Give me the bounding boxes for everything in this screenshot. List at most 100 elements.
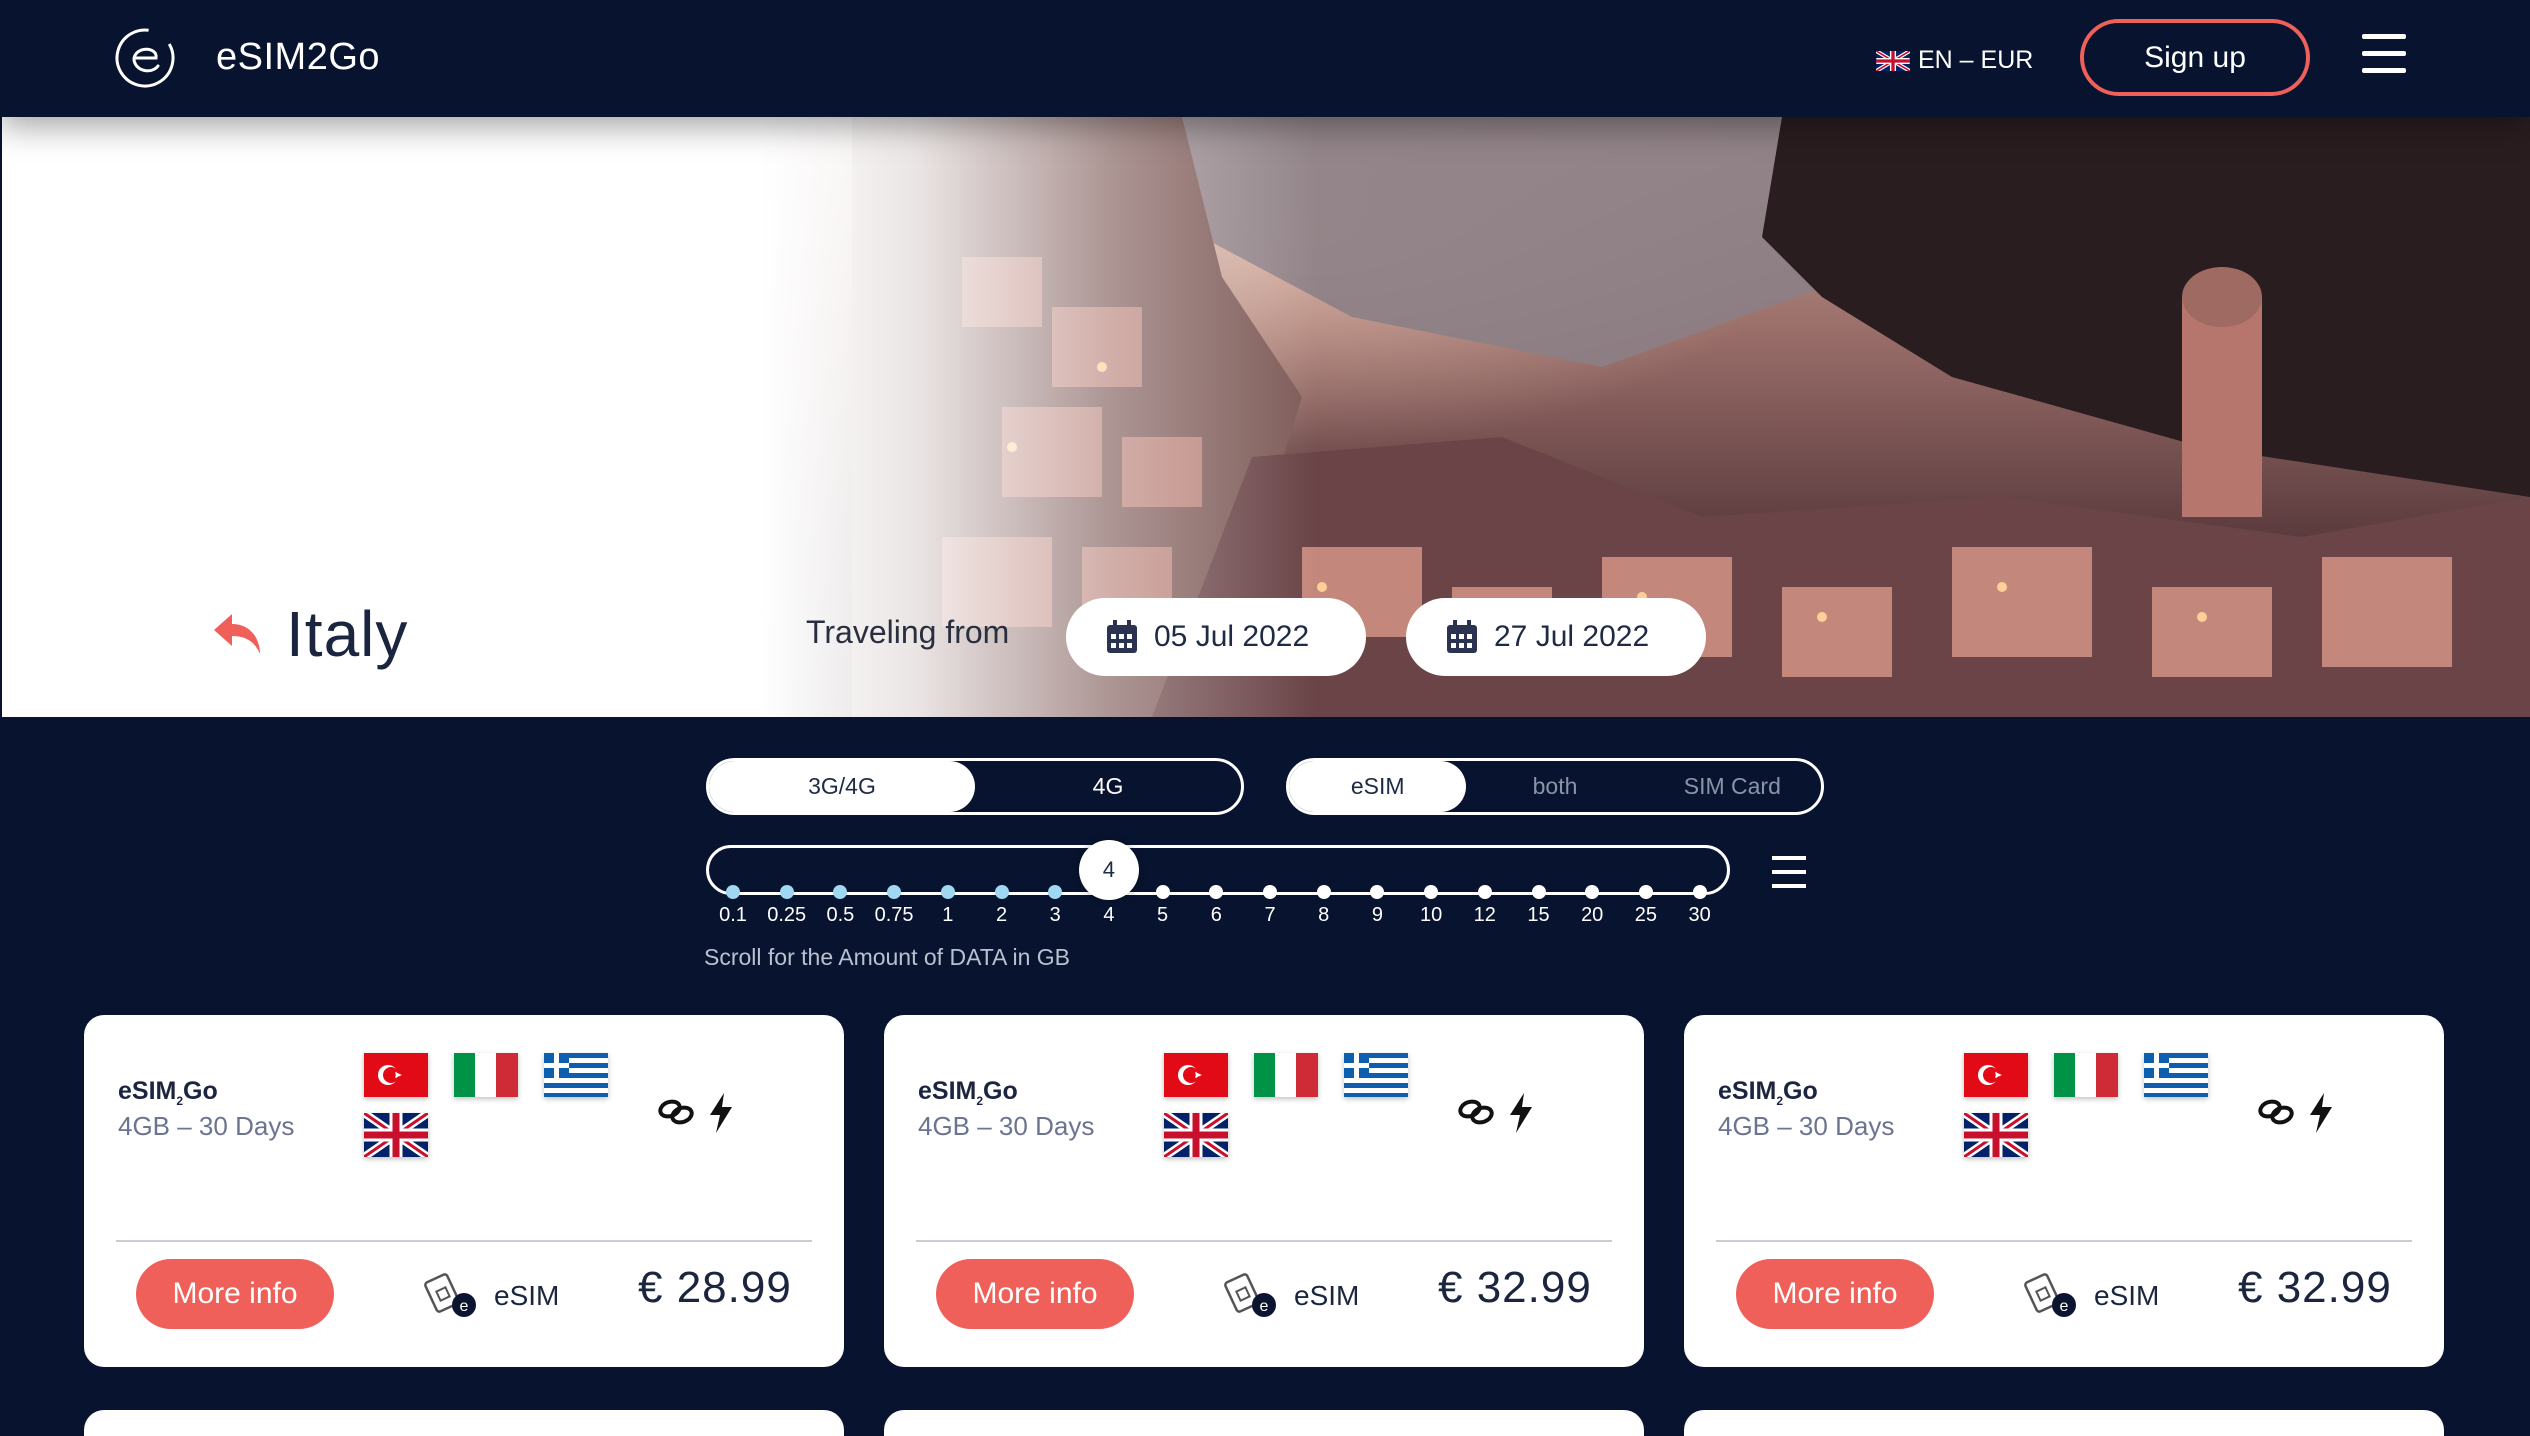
slider-tick[interactable] [1370, 885, 1385, 899]
sim-type-label: eSIM [1294, 1280, 1360, 1311]
italy-flag-icon [2054, 1053, 2118, 1097]
sim-type-toggle: eSIM both SIM Card [1286, 758, 1824, 815]
italy-flag-icon [454, 1053, 518, 1097]
start-date-value: 05 Jul 2022 [1154, 620, 1310, 653]
sim-type-indicator: e eSIM [1224, 1271, 1359, 1321]
card-divider [116, 1240, 812, 1242]
back-arrow-icon[interactable] [210, 610, 264, 658]
uk-flag-icon [1161, 1109, 1231, 1161]
slider-tick[interactable] [1531, 885, 1546, 899]
slider-tick-label: 15 [1527, 904, 1550, 926]
slider-tick[interactable] [1316, 885, 1331, 899]
bolt-icon [2310, 1093, 2332, 1133]
slider-tick-label: 0.5 [826, 904, 855, 926]
plan-card[interactable]: eSIM2Go 4GB – 30 Days More info e eSIM €… [84, 1015, 844, 1367]
turkey-flag-icon [1964, 1053, 2028, 1097]
plan-card[interactable]: eSIM2Go 4GB – 30 Days More info e eSIM €… [1684, 1015, 2444, 1367]
slider-tick-label: 0.75 [874, 904, 914, 926]
more-info-button[interactable]: More info [936, 1259, 1134, 1329]
slider-tick-label: 30 [1688, 904, 1711, 926]
slider-tick-label: 25 [1634, 904, 1658, 926]
slider-tick[interactable] [1209, 885, 1224, 899]
sim-card-icon: e [424, 1273, 476, 1317]
slider-tick[interactable] [1424, 885, 1439, 899]
svg-text:e: e [1260, 1298, 1269, 1315]
uk-flag-icon [361, 1109, 431, 1161]
sign-up-button[interactable]: Sign up [2080, 19, 2310, 96]
greece-flag-icon [544, 1053, 608, 1097]
greece-flag-icon [2144, 1053, 2208, 1097]
start-date-picker[interactable]: 05 Jul 2022 [1066, 598, 1366, 676]
slider-tick[interactable] [1477, 885, 1492, 899]
slider-tick[interactable] [1638, 885, 1653, 899]
greece-flag-icon [1344, 1053, 1408, 1097]
svg-text:e: e [460, 1298, 469, 1315]
sim-type-label: eSIM [2094, 1280, 2160, 1311]
slider-tick[interactable] [1048, 885, 1063, 899]
slider-tick-label: 12 [1473, 904, 1496, 926]
slider-tick[interactable] [887, 885, 902, 899]
slider-tick-label: 1 [942, 904, 954, 926]
hero-banner: Italy Traveling from 05 Jul 2022 27 Jul … [2, 117, 2530, 717]
slider-tick[interactable] [833, 885, 848, 899]
sim-option-esim[interactable]: eSIM [1289, 761, 1467, 812]
more-info-button[interactable]: More info [136, 1259, 334, 1329]
slider-tick-label: 20 [1581, 904, 1604, 926]
slider-tick[interactable] [1155, 885, 1170, 899]
slider-tick[interactable] [940, 885, 955, 899]
provider-name: eSIM2Go [918, 1077, 1018, 1108]
slider-tick[interactable] [1585, 885, 1600, 899]
brand-name[interactable]: eSIM2Go [216, 36, 380, 79]
network-option-3g4g[interactable]: 3G/4G [709, 761, 975, 812]
plan-details: 4GB – 30 Days [918, 1111, 1095, 1141]
slider-tick-label: 3 [1049, 904, 1061, 926]
end-date-picker[interactable]: 27 Jul 2022 [1406, 598, 1706, 676]
traveling-from-label: Traveling from [806, 614, 1010, 650]
price: € 32.99 [2238, 1263, 2392, 1312]
slider-tick-label: 7 [1264, 904, 1276, 926]
language-currency-selector[interactable]: EN – EUR [1876, 46, 2033, 75]
plan-card-partial[interactable] [884, 1410, 1644, 1436]
slider-tick[interactable] [779, 885, 794, 899]
slider-tick-label: 0.1 [719, 904, 747, 926]
slider-tick[interactable] [1692, 885, 1707, 899]
logo-icon[interactable] [112, 22, 178, 92]
svg-text:e: e [2060, 1298, 2069, 1315]
plan-card-partial[interactable] [1684, 1410, 2444, 1436]
top-nav: eSIM2Go EN – EUR Sign up [0, 0, 2530, 117]
country-name: Italy [286, 598, 409, 670]
slider-tick[interactable] [726, 885, 740, 899]
slider-tick-label: 4 [1103, 904, 1115, 926]
list-view-icon[interactable] [1772, 856, 1806, 888]
sim-option-sim-card[interactable]: SIM Card [1644, 761, 1821, 812]
link-icon [658, 1099, 694, 1125]
scroll-hint: Scroll for the Amount of DATA in GB [704, 944, 1071, 970]
plan-card[interactable]: eSIM2Go 4GB – 30 Days More info e eSIM €… [884, 1015, 1644, 1367]
link-icon [1458, 1099, 1494, 1125]
plan-details: 4GB – 30 Days [118, 1111, 295, 1141]
slider-tick-label: 9 [1371, 904, 1383, 926]
sim-option-both[interactable]: both [1466, 761, 1643, 812]
plan-card-partial[interactable] [84, 1410, 844, 1436]
slider-tick[interactable] [994, 885, 1009, 899]
more-info-button[interactable]: More info [1736, 1259, 1934, 1329]
sim-card-icon: e [2024, 1273, 2076, 1317]
menu-icon[interactable] [2362, 34, 2406, 74]
provider-name: eSIM2Go [1718, 1077, 1818, 1108]
network-toggle: 3G/4G 4G [706, 758, 1244, 815]
end-date-value: 27 Jul 2022 [1494, 620, 1650, 653]
calendar-icon [1447, 620, 1477, 653]
slider-tick[interactable] [1263, 885, 1277, 899]
slider-tick-label: 0.25 [767, 904, 807, 926]
bolt-icon [1510, 1093, 1532, 1133]
slider-handle[interactable]: 4 [1078, 840, 1139, 900]
network-option-4g[interactable]: 4G [975, 761, 1241, 812]
slider-tick-label: 2 [995, 904, 1008, 926]
calendar-icon [1107, 620, 1137, 653]
turkey-flag-icon [364, 1053, 428, 1097]
uk-flag-icon [1876, 50, 1910, 71]
slider-tick-label: 5 [1157, 904, 1169, 926]
bolt-icon [710, 1093, 732, 1133]
turkey-flag-icon [1164, 1053, 1228, 1097]
uk-flag-icon [1961, 1109, 2031, 1161]
